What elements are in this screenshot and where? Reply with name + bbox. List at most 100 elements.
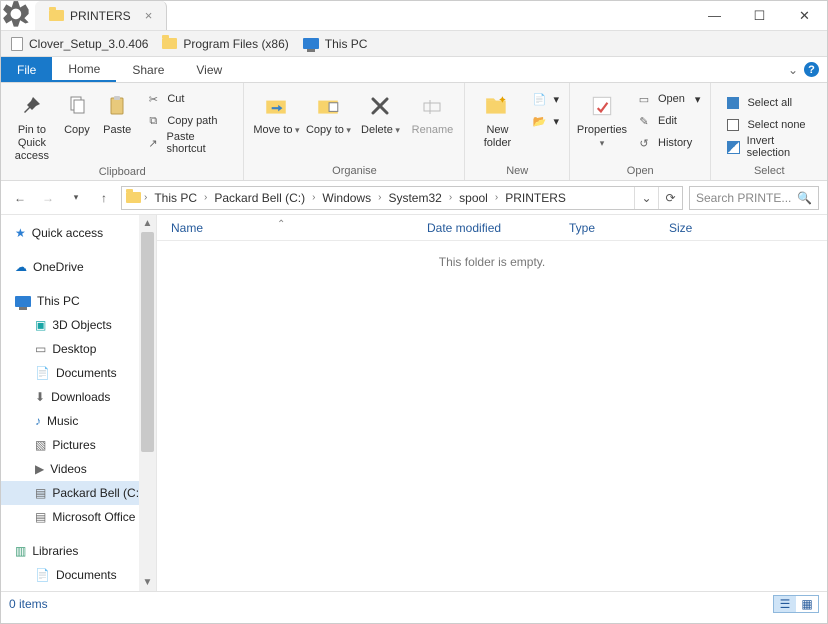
ribbon: Pin to Quick access Copy Paste ✂Cut ⧉Cop… (1, 83, 827, 181)
tab-close-icon[interactable]: × (145, 8, 153, 23)
scroll-down-icon[interactable]: ▼ (139, 574, 156, 591)
up-button[interactable]: ↑ (93, 187, 115, 209)
search-input[interactable]: Search PRINTE... 🔍 (689, 186, 819, 210)
address-bar[interactable]: › This PC› Packard Bell (C:)› Windows› S… (121, 186, 683, 210)
edit-button[interactable]: ✎Edit (632, 111, 704, 131)
item-count: 0 items (9, 597, 48, 611)
address-dropdown[interactable]: ⌄ (634, 187, 658, 209)
col-date[interactable]: Date modified (413, 221, 555, 235)
col-name[interactable]: Name⌃ (157, 221, 413, 235)
chevron-right-icon[interactable]: › (312, 192, 315, 203)
tree-music[interactable]: ♪Music (1, 409, 156, 433)
crumb-system32[interactable]: System32 (384, 191, 445, 205)
tree-onedrive[interactable]: ☁OneDrive (1, 255, 156, 279)
scroll-thumb[interactable] (141, 232, 154, 452)
ribbon-collapse-icon[interactable]: ⌄ (788, 63, 798, 77)
tree-videos[interactable]: ▶Videos (1, 457, 156, 481)
pc-icon (15, 296, 31, 307)
help-icon[interactable]: ? (804, 62, 819, 77)
tab-view[interactable]: View (180, 57, 238, 82)
select-none-button[interactable]: Select none (721, 115, 821, 135)
drive-icon: ▤ (35, 510, 46, 524)
bookmark-item[interactable]: Clover_Setup_3.0.406 (11, 37, 148, 51)
bookmark-item[interactable]: This PC (303, 37, 368, 51)
col-type[interactable]: Type (555, 221, 655, 235)
music-icon: ♪ (35, 414, 41, 428)
pc-icon (303, 38, 319, 49)
paste-shortcut-button[interactable]: ↗Paste shortcut (141, 133, 237, 153)
recent-dropdown[interactable]: ▾ (65, 187, 87, 209)
easy-access-button[interactable]: 📂▾ (527, 111, 563, 131)
move-to-button[interactable]: Move to (250, 87, 302, 137)
bookmark-item[interactable]: Program Files (x86) (162, 37, 288, 51)
status-bar: 0 items ☰ ▦ (1, 591, 827, 615)
group-label: Select (717, 163, 821, 180)
pin-icon (17, 91, 47, 121)
crumb-windows[interactable]: Windows (318, 191, 375, 205)
icons-view-button[interactable]: ▦ (796, 596, 818, 612)
copy-button[interactable]: Copy (57, 87, 97, 137)
tree-pictures[interactable]: ▧Pictures (1, 433, 156, 457)
refresh-button[interactable]: ⟳ (658, 187, 682, 209)
tree-ms-office[interactable]: ▤Microsoft Office (1, 505, 156, 529)
star-icon: ★ (15, 226, 26, 240)
tree-desktop[interactable]: ▭Desktop (1, 337, 156, 361)
close-button[interactable]: ✕ (782, 1, 827, 31)
tree-downloads[interactable]: ⬇Downloads (1, 385, 156, 409)
group-clipboard: Pin to Quick access Copy Paste ✂Cut ⧉Cop… (1, 83, 244, 180)
copy-to-button[interactable]: Copy to (302, 87, 354, 137)
crumb-c-drive[interactable]: Packard Bell (C:) (210, 191, 309, 205)
col-size[interactable]: Size (655, 221, 827, 235)
tree-this-pc[interactable]: This PC (1, 289, 156, 313)
cut-button[interactable]: ✂Cut (141, 89, 237, 109)
details-view-button[interactable]: ☰ (774, 596, 796, 612)
open-button[interactable]: ▭Open▾ (632, 89, 704, 109)
forward-button[interactable]: → (37, 187, 59, 209)
chevron-right-icon[interactable]: › (495, 192, 498, 203)
qat-button[interactable] (1, 0, 35, 33)
delete-button[interactable]: Delete (354, 87, 406, 137)
chevron-right-icon[interactable]: › (144, 192, 147, 203)
libraries-icon: ▥ (15, 544, 26, 558)
crumb-this-pc[interactable]: This PC (150, 191, 201, 205)
maximize-button[interactable]: ☐ (737, 1, 782, 31)
scroll-up-icon[interactable]: ▲ (139, 215, 156, 232)
navigation-tree: ★Quick access ☁OneDrive This PC ▣3D Obje… (1, 215, 157, 591)
tree-scrollbar[interactable]: ▲ ▼ (139, 215, 156, 591)
tree-c-drive[interactable]: ▤Packard Bell (C:) (1, 481, 156, 505)
history-button[interactable]: ↺History (632, 133, 704, 153)
select-all-button[interactable]: Select all (721, 93, 821, 113)
properties-button[interactable]: Properties (576, 87, 628, 150)
view-toggle: ☰ ▦ (773, 595, 819, 613)
minimize-button[interactable]: — (692, 1, 737, 31)
tree-3d-objects[interactable]: ▣3D Objects (1, 313, 156, 337)
tab-file[interactable]: File (1, 57, 52, 82)
tab-home[interactable]: Home (52, 57, 116, 82)
crumb-printers[interactable]: PRINTERS (501, 191, 570, 205)
ribbon-tabs: File Home Share View ⌄ ? (1, 57, 827, 83)
tree-libraries[interactable]: ▥Libraries (1, 539, 156, 563)
invert-selection-button[interactable]: Invert selection (721, 137, 821, 157)
documents-icon: 📄 (35, 366, 50, 380)
rename-button[interactable]: Rename (406, 87, 458, 137)
chevron-right-icon[interactable]: › (449, 192, 452, 203)
tree-lib-documents[interactable]: 📄Documents (1, 563, 156, 587)
chevron-right-icon[interactable]: › (378, 192, 381, 203)
tree-documents[interactable]: 📄Documents (1, 361, 156, 385)
tab-share[interactable]: Share (116, 57, 180, 82)
paste-button[interactable]: Paste (97, 87, 137, 137)
new-item-button[interactable]: 📄▾ (527, 89, 563, 109)
pin-quick-access-button[interactable]: Pin to Quick access (7, 87, 57, 164)
new-folder-button[interactable]: New folder (471, 87, 523, 150)
select-all-icon (725, 95, 741, 111)
bookmark-bar: Clover_Setup_3.0.406 Program Files (x86)… (1, 31, 827, 57)
group-select: Select all Select none Invert selection … (711, 83, 827, 180)
crumb-spool[interactable]: spool (455, 191, 492, 205)
browser-tab[interactable]: PRINTERS × (35, 1, 167, 30)
chevron-right-icon[interactable]: › (204, 192, 207, 203)
downloads-icon: ⬇ (35, 390, 45, 404)
tree-quick-access[interactable]: ★Quick access (1, 221, 156, 245)
back-button[interactable]: ← (9, 187, 31, 209)
copy-path-button[interactable]: ⧉Copy path (141, 111, 237, 131)
new-item-icon: 📄 (531, 91, 547, 107)
